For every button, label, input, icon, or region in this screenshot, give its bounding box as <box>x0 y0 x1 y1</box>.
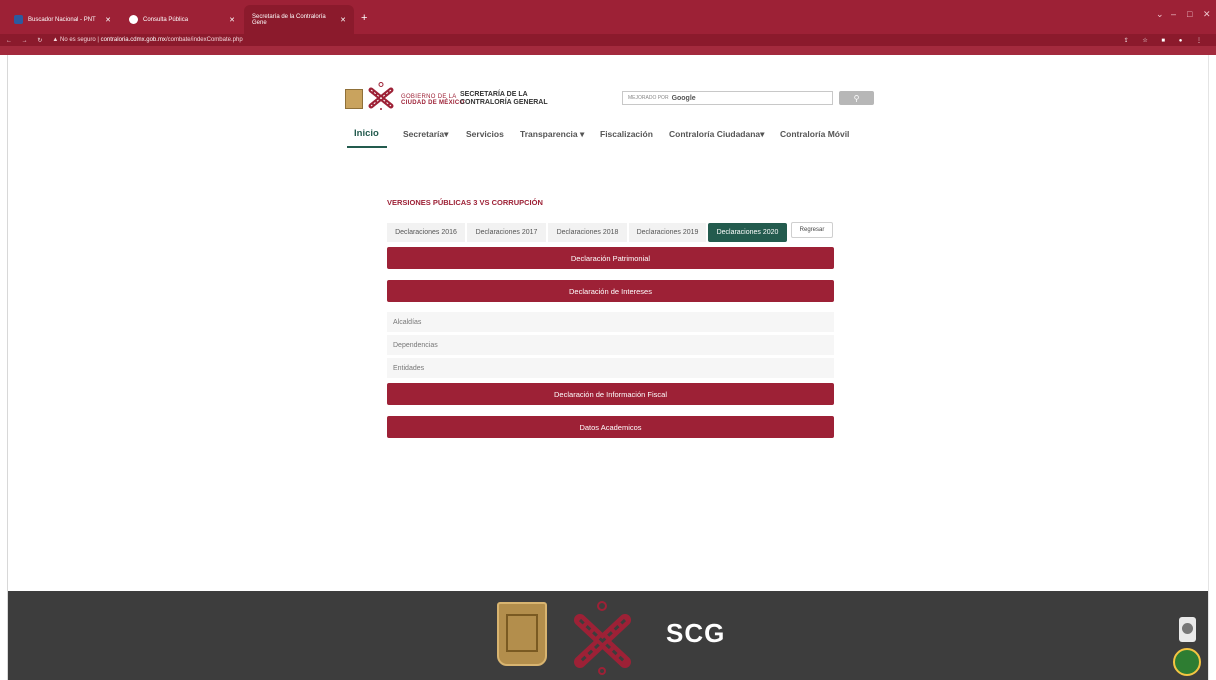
browser-tab-strip: Buscador Nacional - PNT ✕ Consulta Públi… <box>0 0 1216 34</box>
close-icon[interactable]: ✕ <box>229 16 235 24</box>
search-brand: Google <box>671 94 696 102</box>
nav-contraloria-movil[interactable]: Contraloría Móvil <box>780 129 849 139</box>
globe-icon <box>129 15 138 24</box>
nav-contraloria-ciudadana[interactable]: Contraloría Ciudadana▾ <box>669 129 764 140</box>
gov-line-2: CIUDAD DE MÉXICO <box>401 100 465 106</box>
tab-declaraciones-2016[interactable]: Declaraciones 2016 <box>387 223 465 242</box>
maximize-icon[interactable]: □ <box>1187 9 1192 19</box>
toolbar-icons[interactable]: ⇪ ☆ ■ ● ⋮ <box>1124 37 1208 44</box>
browser-tab-label: Consulta Pública <box>143 16 189 23</box>
declaracion-intereses-button[interactable]: Declaración de Intereses <box>387 280 834 302</box>
gov-cdmx-text: GOBIERNO DE LA CIUDAD DE MÉXICO <box>401 94 464 106</box>
nav-transparencia[interactable]: Transparencia ▾ <box>520 129 584 140</box>
shield-castle-icon <box>506 614 538 652</box>
list-item-dependencias[interactable]: Dependencias <box>387 335 834 355</box>
datos-academicos-button[interactable]: Datos Academicos <box>387 416 834 438</box>
tab-declaraciones-2017[interactable]: Declaraciones 2017 <box>467 223 546 242</box>
close-icon[interactable]: ✕ <box>105 16 111 24</box>
list-item-entidades[interactable]: Entidades <box>387 358 834 378</box>
tab-search-icon[interactable]: ⌄ <box>1156 9 1164 20</box>
declaracion-patrimonial-button[interactable]: Declaración Patrimonial <box>387 247 834 269</box>
navigation-icons[interactable]: ← → ↻ <box>6 37 46 44</box>
nav-secretaria[interactable]: Secretaría▾ <box>403 129 448 140</box>
nav-fiscalizacion[interactable]: Fiscalización <box>600 129 653 139</box>
page-border <box>7 55 8 680</box>
bookmarks-bar <box>0 46 1216 55</box>
address-bar[interactable]: ← → ↻ ▲ No es seguro | contraloria.cdmx.… <box>0 34 1216 46</box>
secretaria-text: SECRETARÍA DE LA CONTRALORÍA GENERAL <box>460 91 548 107</box>
new-tab-icon[interactable]: + <box>361 12 367 24</box>
browser-tab-active[interactable]: Secretaría de la Contraloría Gene ✕ <box>244 5 354 34</box>
url-domain: contraloria.cdmx.gob.mx <box>100 37 166 43</box>
search-icon: ⚲ <box>853 93 860 103</box>
nav-label: Secretaría <box>403 129 445 139</box>
chevron-down-icon: ▾ <box>760 129 765 139</box>
tab-declaraciones-2018[interactable]: Declaraciones 2018 <box>548 223 627 242</box>
security-label: No es seguro <box>59 37 96 43</box>
page-title: VERSIONES PÚBLICAS 3 VS CORRUPCIÓN <box>387 198 543 207</box>
tab-declaraciones-2020[interactable]: Declaraciones 2020 <box>708 223 787 242</box>
sec-line-1: SECRETARÍA DE LA <box>460 91 528 98</box>
search-prefix: MEJORADO POR <box>628 95 669 101</box>
back-button[interactable]: Regresar <box>791 222 833 238</box>
chevron-down-icon: ▾ <box>580 129 585 139</box>
browser-tab-label: Secretaría de la Contraloría Gene <box>252 13 326 26</box>
nav-label: Contraloría Ciudadana <box>669 129 761 139</box>
scg-footer-logo: SCG <box>666 618 726 648</box>
url-path: /combate/indexCombate.php <box>165 37 243 43</box>
url-text[interactable]: ▲ No es seguro | contraloria.cdmx.gob.mx… <box>52 37 242 43</box>
nav-inicio[interactable]: Inicio <box>354 128 379 139</box>
browser-tab-label: Buscador Nacional - PNT <box>28 16 96 23</box>
pnt-favicon-icon <box>14 15 23 24</box>
accessibility-hand-icon[interactable] <box>1173 648 1201 676</box>
cdmx-shield-logo[interactable] <box>345 89 363 109</box>
tab-declaraciones-2019[interactable]: Declaraciones 2019 <box>629 223 706 242</box>
scroll-to-top-button[interactable] <box>1179 617 1196 642</box>
cdmx-x-footer-logo <box>574 601 631 675</box>
nav-active-indicator <box>347 146 387 148</box>
close-icon[interactable]: ✕ <box>340 16 346 24</box>
minimize-icon[interactable]: – <box>1171 9 1176 19</box>
list-item-alcaldias[interactable]: Alcaldías <box>387 312 834 332</box>
scrollbar-track[interactable] <box>1208 55 1209 680</box>
browser-tab[interactable]: Consulta Pública ✕ <box>121 5 243 34</box>
search-button[interactable]: ⚲ <box>839 91 874 105</box>
nav-servicios[interactable]: Servicios <box>466 129 504 139</box>
sec-line-2: CONTRALORÍA GENERAL <box>460 99 548 106</box>
search-input[interactable]: MEJORADO POR Google <box>622 91 833 105</box>
window-close-icon[interactable]: ✕ <box>1203 9 1211 20</box>
browser-tab[interactable]: Buscador Nacional - PNT ✕ <box>6 5 119 34</box>
chevron-down-icon: ▾ <box>444 129 449 139</box>
declaracion-fiscal-button[interactable]: Declaración de Información Fiscal <box>387 383 834 405</box>
cdmx-x-logo[interactable] <box>367 82 395 110</box>
nav-label: Transparencia <box>520 129 578 139</box>
